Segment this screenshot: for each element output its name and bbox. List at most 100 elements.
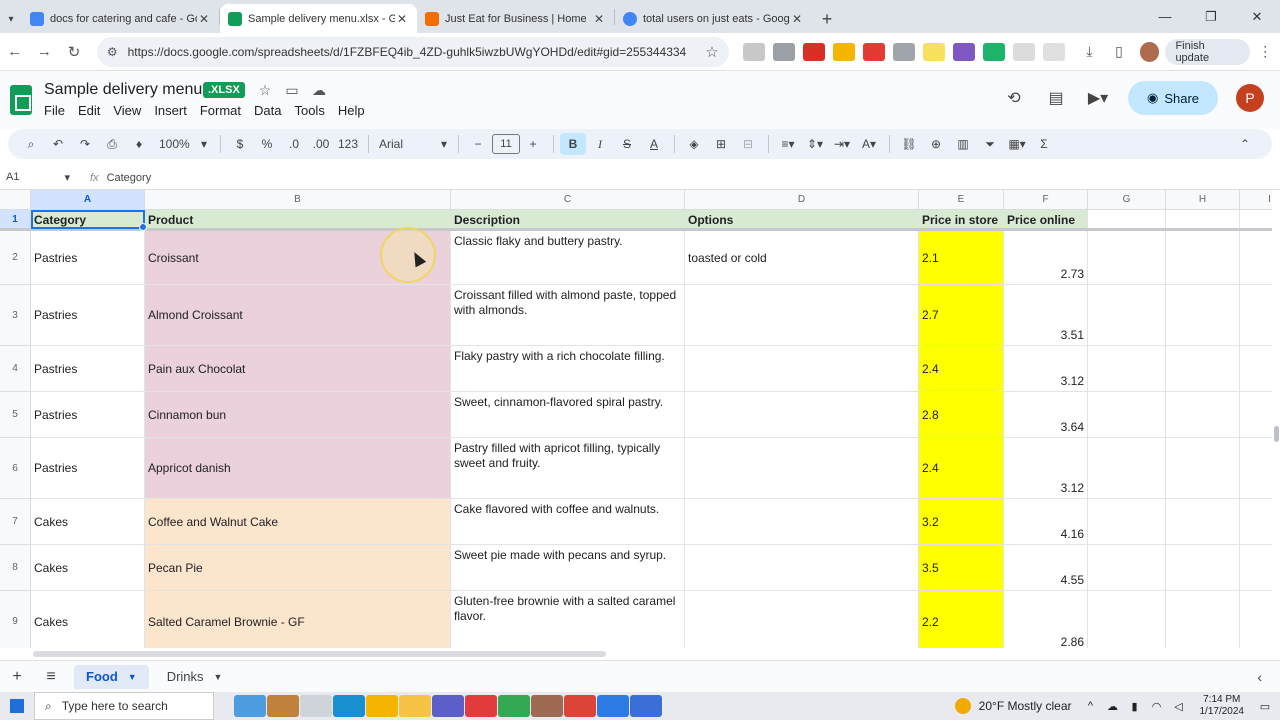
side-panel-toggle-icon[interactable]: ‹ xyxy=(1257,669,1262,685)
options-cell[interactable] xyxy=(685,346,919,392)
increase-decimal-button[interactable]: .00 xyxy=(308,137,334,151)
reload-icon[interactable]: ↻ xyxy=(59,37,89,67)
insert-link-icon[interactable]: ⛓ xyxy=(896,137,922,151)
category-cell[interactable]: Pastries xyxy=(31,438,145,499)
app-icon-mail[interactable] xyxy=(597,695,629,717)
weather-text[interactable]: 20°F Mostly clear xyxy=(979,699,1072,713)
new-tab-button[interactable]: + xyxy=(812,5,842,33)
empty-cell[interactable] xyxy=(1240,231,1272,285)
more-menu-icon[interactable]: ⋮ xyxy=(1250,43,1280,60)
header-cell-description[interactable]: Description xyxy=(451,210,685,229)
comments-icon[interactable]: ▤ xyxy=(1038,88,1074,108)
product-cell[interactable]: Pain aux Chocolat xyxy=(145,346,451,392)
forward-arrow-icon[interactable]: → xyxy=(30,37,60,67)
close-tab-icon[interactable]: ✕ xyxy=(790,12,804,26)
product-cell[interactable]: Appricot danish xyxy=(145,438,451,499)
extension-shield-icon[interactable] xyxy=(772,42,795,61)
chevron-down-icon[interactable]: ▼ xyxy=(214,672,223,682)
more-formats-button[interactable]: 123 xyxy=(335,137,361,151)
extension-security-icon[interactable] xyxy=(892,42,915,61)
empty-cell[interactable] xyxy=(1240,392,1272,438)
sheet-tab-food[interactable]: Food ▼ xyxy=(74,664,149,689)
notification-icon[interactable]: ▭ xyxy=(1254,700,1276,713)
empty-cell[interactable] xyxy=(1166,210,1240,229)
star-icon[interactable]: ☆ xyxy=(254,82,276,99)
price-store-cell[interactable]: 2.2 xyxy=(919,591,1004,648)
zoom-select[interactable]: 100% ▾ xyxy=(153,137,213,151)
app-icon-opera[interactable] xyxy=(465,695,497,717)
vertical-scroll-thumb[interactable] xyxy=(1274,426,1279,442)
increase-font-size-icon[interactable]: + xyxy=(520,137,546,151)
app-icon-books[interactable] xyxy=(267,695,299,717)
column-header-f[interactable]: F xyxy=(1004,190,1088,210)
row-header[interactable]: 2 xyxy=(0,231,31,285)
category-cell[interactable]: Cakes xyxy=(31,591,145,648)
menu-data[interactable]: Data xyxy=(254,103,281,118)
redo-icon[interactable]: ↷ xyxy=(72,137,98,151)
app-icon-vpn[interactable] xyxy=(432,695,464,717)
empty-cell[interactable] xyxy=(1088,346,1166,392)
empty-cell[interactable] xyxy=(1240,285,1272,346)
search-menus-icon[interactable]: ⌕ xyxy=(18,137,44,152)
options-cell[interactable] xyxy=(685,545,919,591)
extension-mail-icon[interactable] xyxy=(802,42,825,61)
extension-mix-icon[interactable] xyxy=(832,42,855,61)
column-header-a[interactable]: A xyxy=(31,190,145,210)
borders-icon[interactable]: ⊞ xyxy=(708,137,734,151)
row-header[interactable]: 8 xyxy=(0,545,31,591)
app-icon-task-view[interactable] xyxy=(300,695,332,717)
bold-button[interactable]: B xyxy=(560,133,586,155)
browser-tab-1[interactable]: Sample delivery menu.xlsx - Go ✕ xyxy=(220,4,417,33)
taskbar-clock[interactable]: 7:14 PM 1/17/2024 xyxy=(1200,694,1245,718)
price-online-cell[interactable]: 3.12 xyxy=(1004,438,1088,499)
menu-file[interactable]: File xyxy=(44,103,65,118)
text-rotation-icon[interactable]: A▾ xyxy=(856,137,882,151)
volume-icon[interactable]: ◁ xyxy=(1168,700,1190,713)
decrease-font-size-icon[interactable]: − xyxy=(465,137,491,151)
minimize-icon[interactable]: — xyxy=(1142,0,1188,33)
row-header[interactable]: 6 xyxy=(0,438,31,499)
app-icon-edge[interactable] xyxy=(333,695,365,717)
meet-video-icon[interactable]: ▶▾ xyxy=(1080,88,1116,108)
vertical-scrollbar[interactable] xyxy=(1272,190,1280,648)
empty-cell[interactable] xyxy=(1088,285,1166,346)
browser-tab-0[interactable]: docs for catering and cafe - Go ✕ xyxy=(22,4,219,33)
price-online-cell[interactable]: 3.12 xyxy=(1004,346,1088,392)
header-cell-price-store[interactable]: Price in store xyxy=(919,210,1004,229)
row-header[interactable]: 5 xyxy=(0,392,31,438)
share-button[interactable]: ◉ Share xyxy=(1128,81,1218,115)
chevron-down-icon[interactable]: ▼ xyxy=(128,672,137,682)
extensions-puzzle-icon[interactable] xyxy=(1042,42,1065,61)
close-tab-icon[interactable]: ✕ xyxy=(592,12,606,26)
undo-icon[interactable]: ↶ xyxy=(45,137,71,151)
collapse-menus-icon[interactable]: ⌃ xyxy=(1232,137,1258,151)
category-cell[interactable]: Pastries xyxy=(31,392,145,438)
empty-cell[interactable] xyxy=(1240,499,1272,545)
options-cell[interactable] xyxy=(685,499,919,545)
close-window-icon[interactable]: ✕ xyxy=(1234,0,1280,33)
description-cell[interactable]: Gluten-free brownie with a salted carame… xyxy=(451,591,685,648)
font-select[interactable]: Arial ▾ xyxy=(375,137,451,151)
column-header-b[interactable]: B xyxy=(145,190,451,210)
decrease-decimal-button[interactable]: .0 xyxy=(281,137,307,151)
menu-help[interactable]: Help xyxy=(338,103,365,118)
extension-note-icon[interactable] xyxy=(922,42,945,61)
frozen-row-divider[interactable] xyxy=(0,228,1272,231)
currency-format-button[interactable]: $ xyxy=(227,137,253,151)
price-store-cell[interactable]: 2.8 xyxy=(919,392,1004,438)
price-store-cell[interactable]: 2.1 xyxy=(919,231,1004,285)
sheets-logo-icon[interactable] xyxy=(10,85,32,115)
description-cell[interactable]: Sweet pie made with pecans and syrup. xyxy=(451,545,685,591)
column-header-i[interactable]: I xyxy=(1240,190,1272,210)
empty-cell[interactable] xyxy=(1166,346,1240,392)
empty-cell[interactable] xyxy=(1166,285,1240,346)
restore-icon[interactable]: ❐ xyxy=(1188,0,1234,33)
back-arrow-icon[interactable]: ← xyxy=(0,37,30,67)
price-online-cell[interactable]: 4.16 xyxy=(1004,499,1088,545)
side-panel-icon[interactable]: ▯ xyxy=(1104,43,1134,60)
address-bar[interactable]: ⚙ https://docs.google.com/spreadsheets/d… xyxy=(96,36,729,67)
price-store-cell[interactable]: 2.4 xyxy=(919,346,1004,392)
menu-format[interactable]: Format xyxy=(200,103,241,118)
bookmark-star-icon[interactable]: ☆ xyxy=(705,43,718,61)
browser-tab-2[interactable]: Just Eat for Business | Home ✕ xyxy=(417,4,614,33)
